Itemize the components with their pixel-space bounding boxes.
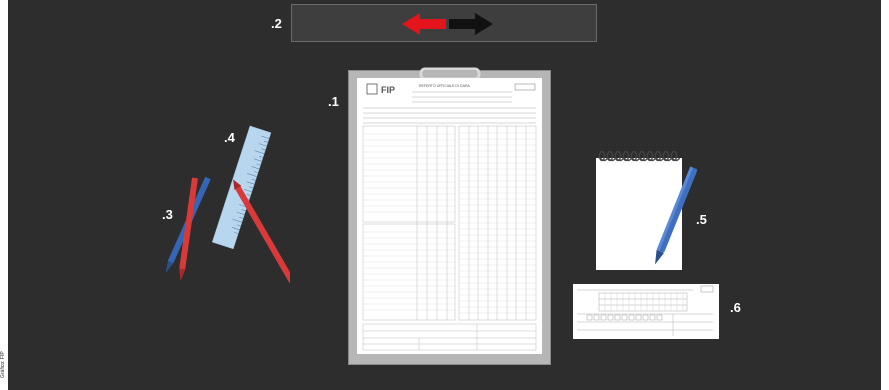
scoresheet-title: REFERTO UFFICIALE DI GARA [419, 84, 470, 88]
scoresheet-label: .1 [328, 94, 339, 109]
toolbar [291, 4, 597, 42]
score-sheet: FIP REFERTO UFFICIALE DI GARA [357, 78, 542, 354]
toolbar-label: .2 [271, 16, 282, 31]
card-label: .6 [730, 300, 741, 315]
stage: Gráfico: FIP .2 .1 FIP REFERTO UFFICIALE… [0, 0, 889, 390]
scoresheet-clipboard[interactable]: FIP REFERTO UFFICIALE DI GARA [348, 67, 551, 365]
side-caption: Gráfico: FIP [0, 351, 6, 378]
spiral-icon [596, 148, 686, 162]
scoresheet-brand: FIP [381, 85, 395, 95]
arrow-right-icon[interactable] [447, 13, 493, 35]
red-pencil-icon [179, 177, 198, 281]
blue-pen-icon[interactable] [640, 164, 704, 272]
score-card[interactable] [573, 284, 719, 339]
pencil-ruler-group[interactable] [150, 120, 290, 290]
arrow-left-icon[interactable] [402, 13, 448, 35]
